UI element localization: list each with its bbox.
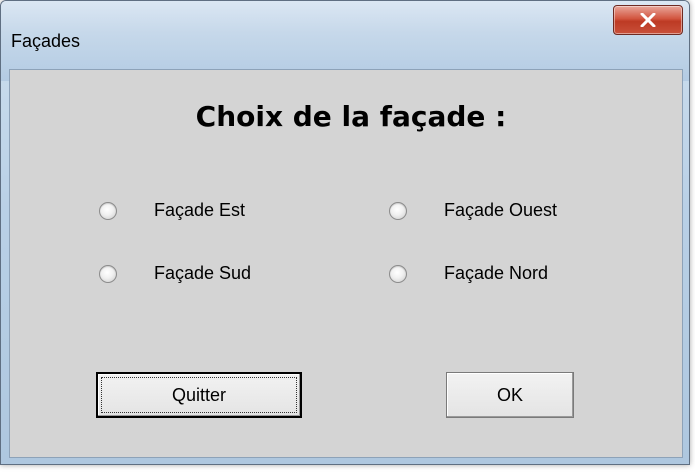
quit-button[interactable]: Quitter — [96, 372, 302, 418]
close-button[interactable] — [613, 5, 683, 35]
option-label: Façade Ouest — [444, 200, 558, 220]
option-facade-ouest[interactable]: Façade Ouest — [389, 200, 557, 221]
radio-facade-nord[interactable] — [389, 264, 407, 283]
ok-button[interactable]: OK — [446, 372, 574, 418]
radio-facade-ouest[interactable] — [389, 201, 407, 220]
option-label: Façade Sud — [154, 263, 252, 283]
radio-facade-sud[interactable] — [99, 264, 117, 283]
option-facade-nord[interactable]: Façade Nord — [389, 263, 548, 284]
ok-button-label: OK — [496, 384, 523, 405]
window-title: Façades — [11, 31, 81, 51]
option-facade-sud[interactable]: Façade Sud — [99, 263, 251, 284]
option-label: Façade Est — [154, 200, 246, 220]
dialog-client-area: Choix de la façade : Façade Est Façade O… — [9, 69, 683, 458]
radio-facade-est[interactable] — [99, 201, 117, 220]
option-facade-est[interactable]: Façade Est — [99, 200, 245, 221]
option-label: Façade Nord — [444, 263, 549, 283]
close-icon — [640, 13, 656, 27]
dialog-window: Façades Choix de la façade : Façade Est … — [0, 0, 690, 465]
form-heading: Choix de la façade : — [195, 100, 507, 133]
quit-button-label: Quitter — [171, 384, 227, 405]
